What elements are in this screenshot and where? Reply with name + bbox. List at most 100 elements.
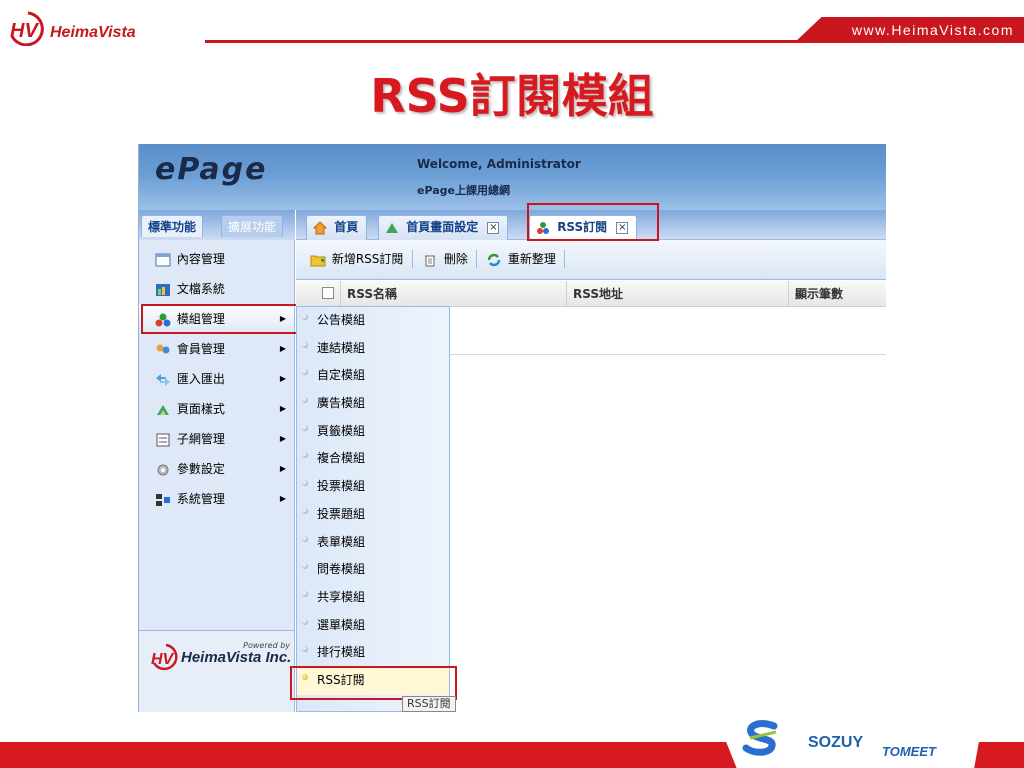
toolbar: 新增RSS訂閱 刪除 重新整理 [296, 240, 886, 280]
tab-standard-features[interactable]: 標準功能 [141, 215, 204, 237]
bullet-icon [302, 397, 308, 404]
page-style-icon [157, 404, 169, 415]
sozuy-logo: SOZUY [808, 734, 864, 751]
nav-label: 參數設定 [176, 462, 225, 476]
add-folder-icon [310, 255, 326, 266]
nav-item-settings[interactable]: 參數設定 ▶ [139, 454, 294, 484]
welcome-text: Welcome, Administrator [417, 157, 581, 171]
column-rss-url[interactable]: RSS地址 [566, 281, 623, 307]
bullet-icon [302, 618, 308, 625]
nav-label: 會員管理 [176, 342, 225, 356]
nav-item-documents[interactable]: 文檔系統 [139, 274, 294, 304]
website-url: www.HeimaVista.com [851, 22, 1014, 38]
column-rss-name[interactable]: RSS名稱 [340, 281, 397, 307]
hv-mark-icon: HV [151, 643, 178, 671]
submenu-arrow-icon: ▶ [279, 404, 286, 413]
bullet-icon [302, 314, 308, 320]
trash-icon [425, 255, 435, 266]
bullet-icon [302, 369, 308, 376]
submenu-item-tabs[interactable]: 頁籤模組 [297, 418, 449, 446]
site-name: ePage上課用總網 [417, 184, 510, 197]
submenu-item-poll-group[interactable]: 投票題組 [297, 501, 449, 529]
submenu-item-composite[interactable]: 複合模組 [297, 445, 449, 473]
delete-label: 刪除 [443, 252, 468, 266]
nav-item-import-export[interactable]: 匯入匯出 ▶ [139, 364, 294, 394]
home-icon [313, 220, 327, 234]
nav-item-members[interactable]: 會員管理 ▶ [139, 334, 294, 364]
refresh-label: 重新整理 [507, 252, 556, 266]
content-icon [155, 253, 171, 266]
nav-label: 模組管理 [176, 312, 225, 326]
nav-item-system[interactable]: 系統管理 ▶ [139, 484, 294, 514]
bullet-icon [302, 452, 308, 459]
column-display-count[interactable]: 顯示筆數 [788, 281, 843, 307]
rss-tooltip: RSS訂閱 [402, 696, 456, 712]
bullet-icon [302, 563, 308, 570]
tab-extended-features[interactable]: 擴展功能 [221, 215, 284, 237]
hv-mark-icon: HV [10, 11, 44, 46]
slide: HV HeimaVista www.HeimaVista.com RSS訂閱模組… [0, 0, 1024, 768]
powered-company: HeimaVista Inc. [181, 649, 292, 666]
add-rss-label: 新增RSS訂閱 [331, 252, 404, 266]
submenu-item-form[interactable]: 表單模組 [297, 529, 449, 557]
app-logo: ePage [155, 152, 268, 187]
settings-icon [157, 464, 169, 475]
submenu-arrow-icon: ▶ [279, 434, 286, 443]
module-submenu: 公告模組 連結模組 自定模組 廣告模組 頁籤模組 複合模組 投票模組 投票題組 … [296, 306, 450, 712]
submenu-item-link[interactable]: 連結模組 [297, 335, 449, 363]
submenu-item-custom[interactable]: 自定模組 [297, 362, 449, 390]
tab-label: 首頁 [334, 220, 359, 234]
nav-label: 系統管理 [176, 492, 225, 506]
grid-header: RSS名稱 RSS地址 顯示筆數 [296, 281, 886, 307]
heimavista-logo: HV HeimaVista [6, 8, 136, 48]
nav-label: 子網管理 [176, 432, 225, 446]
submenu-item-share[interactable]: 共享模組 [297, 584, 449, 612]
select-all-checkbox[interactable] [322, 287, 334, 299]
rss-item-highlight [290, 666, 457, 700]
slide-title: RSS訂閱模組 [370, 69, 654, 123]
refresh-icon [487, 253, 501, 266]
add-rss-button[interactable]: 新增RSS訂閱 [310, 248, 403, 270]
subsite-icon [156, 433, 170, 446]
nav-item-subsites[interactable]: 子網管理 ▶ [139, 424, 294, 454]
import-export-icon [156, 373, 170, 386]
submenu-item-poll[interactable]: 投票模組 [297, 473, 449, 501]
svg-text:HV: HV [10, 20, 39, 42]
submenu-item-ranking[interactable]: 排行模組 [297, 639, 449, 667]
tab-home-layout[interactable]: 首頁畫面設定 × [378, 215, 509, 240]
system-icon [156, 493, 170, 506]
refresh-button[interactable]: 重新整理 [486, 248, 556, 270]
nav-label: 頁面樣式 [176, 402, 225, 416]
delete-button[interactable]: 刪除 [422, 248, 468, 270]
tab-home[interactable]: 首頁 [306, 215, 368, 240]
close-icon[interactable]: × [487, 221, 500, 234]
tab-label: 首頁畫面設定 [406, 220, 479, 234]
nav-item-page-style[interactable]: 頁面樣式 ▶ [139, 394, 294, 424]
document-icon [156, 283, 170, 296]
submenu-item-menu[interactable]: 選單模組 [297, 612, 449, 640]
submenu-item-announcement[interactable]: 公告模組 [297, 307, 449, 335]
epage-app: ePage Welcome, Administrator ePage上課用總網 … [138, 144, 886, 712]
bullet-icon [302, 424, 308, 431]
svg-text:HV: HV [151, 651, 175, 668]
submenu-item-survey[interactable]: 問卷模組 [297, 556, 449, 584]
submenu-item-ad[interactable]: 廣告模組 [297, 390, 449, 418]
bullet-icon [302, 341, 308, 348]
submenu-arrow-icon: ▶ [279, 494, 286, 503]
submenu-arrow-icon: ▶ [279, 374, 286, 383]
brand-name: HeimaVista [50, 24, 136, 41]
module-icon [155, 313, 171, 326]
nav-label: 文檔系統 [176, 282, 225, 296]
submenu-arrow-icon: ▶ [279, 314, 286, 323]
layout-icon [386, 222, 398, 233]
nav-item-modules[interactable]: 模組管理 ▶ [139, 304, 307, 334]
nav-item-content[interactable]: 內容管理 [139, 244, 294, 274]
rss-tab-highlight [527, 203, 659, 241]
bullet-icon [302, 480, 308, 487]
bullet-icon [302, 507, 308, 514]
members-icon [156, 344, 170, 353]
panel-tabs: 標準功能 擴展功能 [139, 210, 295, 240]
bullet-icon [302, 590, 308, 597]
submenu-arrow-icon: ▶ [279, 464, 286, 473]
bullet-icon [302, 646, 308, 653]
